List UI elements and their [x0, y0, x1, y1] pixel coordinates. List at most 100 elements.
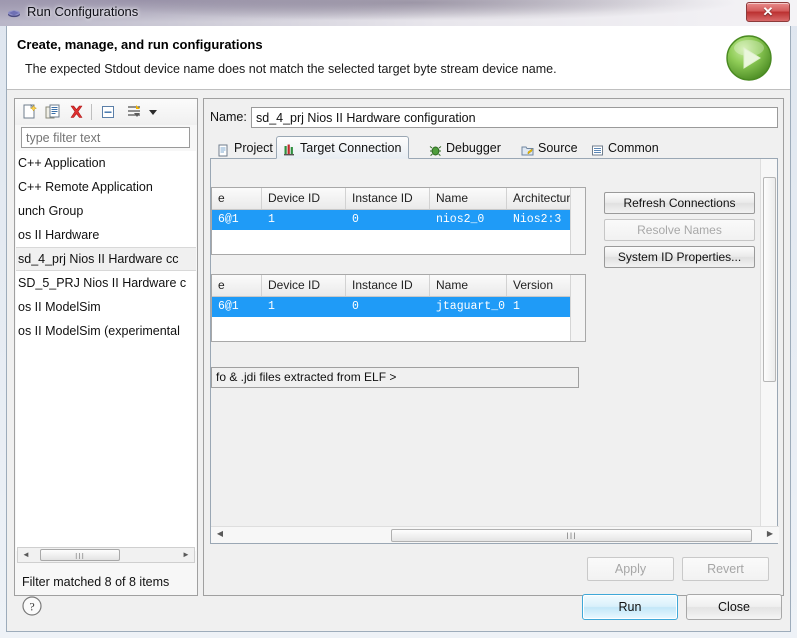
- sidebar-horizontal-scrollbar[interactable]: ◄ III ►: [17, 547, 195, 563]
- tab-label: Common: [608, 141, 659, 155]
- run-configurations-icon: [7, 6, 22, 21]
- validation-message: The expected Stdout device name does not…: [25, 62, 557, 76]
- configuration-editor-panel: Name: Project: [203, 98, 784, 596]
- close-icon: ✕: [762, 4, 774, 19]
- column-header[interactable]: e: [212, 188, 262, 209]
- project-file-icon: [217, 142, 230, 156]
- toolbar-separator: [91, 104, 92, 120]
- cell-name: nios2_0: [436, 213, 485, 226]
- tree-item-selected[interactable]: sd_4_prj Nios II Hardware cc: [16, 247, 196, 271]
- help-question-icon[interactable]: ?: [21, 595, 43, 617]
- tab-debugger[interactable]: Debugger: [422, 136, 509, 159]
- target-connection-tab-content: e Device ID Instance ID Name Architectur…: [210, 159, 779, 544]
- scroll-right-arrow-icon[interactable]: ►: [179, 549, 193, 561]
- scrollbar-thumb[interactable]: [763, 177, 776, 382]
- cell-architecture: Nios2:3: [513, 213, 562, 226]
- column-header[interactable]: Device ID: [262, 275, 346, 296]
- scrollbar-grip: III: [75, 552, 85, 561]
- tab-content-horizontal-scrollbar[interactable]: ◀ III ▶: [211, 526, 779, 543]
- tab-bar: Project Target Connection Debugger Sourc…: [210, 136, 778, 159]
- duplicate-configuration-icon[interactable]: [44, 103, 63, 121]
- column-header[interactable]: e: [212, 275, 262, 296]
- view-menu-chevron-down-icon[interactable]: [147, 103, 159, 121]
- elf-info-field[interactable]: fo & .jdi files extracted from ELF >: [211, 367, 579, 388]
- cell-connection: 6@1: [218, 213, 239, 226]
- scrollbar-thumb[interactable]: III: [391, 529, 752, 542]
- revert-button: Revert: [682, 557, 769, 581]
- configurations-sidebar: C++ Application C++ Remote Application u…: [14, 98, 198, 596]
- tree-item[interactable]: os II ModelSim: [16, 295, 196, 319]
- table-vertical-scrollbar[interactable]: [570, 275, 585, 341]
- dialog-button-bar: ? Run Close: [7, 585, 790, 631]
- cell-device-id: 1: [268, 300, 275, 313]
- tab-label: Source: [538, 141, 578, 155]
- scroll-left-arrow-icon[interactable]: ◄: [19, 549, 33, 561]
- common-list-icon: [591, 142, 604, 155]
- collapse-all-icon[interactable]: [99, 103, 118, 121]
- svg-text:?: ?: [29, 600, 34, 614]
- green-run-play-icon: [722, 31, 776, 85]
- scroll-right-arrow-icon[interactable]: ▶: [763, 528, 777, 540]
- cell-name: jtaguart_0: [436, 300, 506, 313]
- table-vertical-scrollbar[interactable]: [570, 188, 585, 254]
- tree-item[interactable]: C++ Application: [16, 151, 196, 175]
- cell-connection: 6@1: [218, 300, 239, 313]
- tab-content-inner: e Device ID Instance ID Name Architectur…: [211, 159, 761, 526]
- scrollbar-grip: III: [566, 531, 577, 541]
- cell-version: 1: [513, 300, 520, 313]
- dialog-body: Create, manage, and run configurations T…: [6, 26, 791, 632]
- table-row[interactable]: 6@1 1 0 jtaguart_0 1: [212, 297, 585, 317]
- dialog-banner: Create, manage, and run configurations T…: [7, 26, 790, 90]
- target-connection-icon: [283, 141, 296, 156]
- system-id-properties-button[interactable]: System ID Properties...: [604, 246, 755, 268]
- column-header[interactable]: Name: [430, 275, 507, 296]
- configurations-tree[interactable]: C++ Application C++ Remote Application u…: [16, 151, 196, 551]
- column-header[interactable]: Instance ID: [346, 188, 430, 209]
- column-header[interactable]: Device ID: [262, 188, 346, 209]
- window-close-button[interactable]: ✕: [746, 2, 790, 22]
- filter-launch-configurations-icon[interactable]: [125, 103, 144, 121]
- window-title-bar: Run Configurations ✕: [0, 0, 797, 26]
- tree-item[interactable]: os II Hardware: [16, 223, 196, 247]
- processors-table[interactable]: e Device ID Instance ID Name Architectur…: [211, 187, 586, 255]
- debugger-bug-icon: [429, 142, 442, 156]
- cell-instance-id: 0: [352, 300, 359, 313]
- new-configuration-icon[interactable]: [21, 103, 40, 121]
- cell-device-id: 1: [268, 213, 275, 226]
- tree-item[interactable]: os II ModelSim (experimental: [16, 319, 196, 343]
- name-row: Name:: [210, 107, 778, 129]
- sidebar-toolbar: [15, 99, 197, 125]
- tab-target-connection[interactable]: Target Connection: [276, 136, 410, 159]
- tab-common[interactable]: Common: [584, 136, 667, 159]
- configuration-name-input[interactable]: [251, 107, 778, 128]
- run-configurations-window: Run Configurations ✕ Create, manage, and…: [0, 0, 797, 638]
- source-folder-icon: [521, 142, 534, 155]
- cell-instance-id: 0: [352, 213, 359, 226]
- table-row[interactable]: 6@1 1 0 nios2_0 Nios2:3: [212, 210, 585, 230]
- tree-item[interactable]: unch Group: [16, 199, 196, 223]
- tab-project[interactable]: Project: [210, 136, 281, 159]
- refresh-connections-button[interactable]: Refresh Connections: [604, 192, 755, 214]
- tab-label: Debugger: [446, 141, 501, 155]
- tab-label: Project: [234, 141, 273, 155]
- column-header[interactable]: Instance ID: [346, 275, 430, 296]
- filter-input[interactable]: [21, 127, 190, 148]
- scroll-left-arrow-icon[interactable]: ◀: [213, 528, 227, 540]
- tree-item[interactable]: C++ Remote Application: [16, 175, 196, 199]
- window-title: Run Configurations: [27, 4, 139, 19]
- run-button[interactable]: Run: [582, 594, 678, 620]
- table-header-row: e Device ID Instance ID Name Version: [212, 275, 585, 297]
- page-title: Create, manage, and run configurations: [17, 37, 263, 52]
- resolve-names-button: Resolve Names: [604, 219, 755, 241]
- delete-configuration-icon[interactable]: [67, 103, 86, 121]
- table-header-row: e Device ID Instance ID Name Architectur…: [212, 188, 585, 210]
- close-button[interactable]: Close: [686, 594, 782, 620]
- apply-button: Apply: [587, 557, 674, 581]
- tab-source[interactable]: Source: [514, 136, 586, 159]
- scrollbar-thumb[interactable]: III: [40, 549, 120, 561]
- tree-item[interactable]: SD_5_PRJ Nios II Hardware c: [16, 271, 196, 295]
- byte-stream-devices-table[interactable]: e Device ID Instance ID Name Version 6@1…: [211, 274, 586, 342]
- column-header[interactable]: Name: [430, 188, 507, 209]
- tab-content-vertical-scrollbar[interactable]: [760, 159, 777, 526]
- tab-label: Target Connection: [300, 140, 402, 155]
